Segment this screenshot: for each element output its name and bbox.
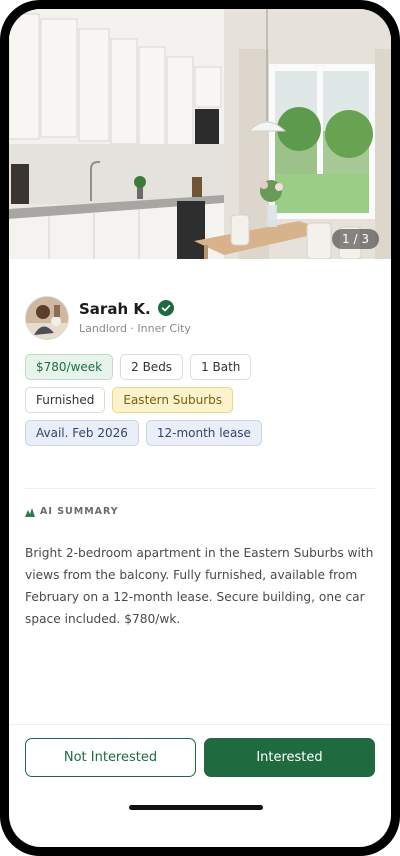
beds-chip: 2 Beds — [120, 354, 184, 380]
ai-summary-label: AI SUMMARY — [40, 506, 119, 517]
verified-check-icon — [158, 300, 174, 316]
listing-tags: $780/week 2 Beds 1 Bath Furnished Easter… — [25, 354, 377, 453]
availability-chip: Avail. Feb 2026 — [25, 420, 139, 446]
home-indicator[interactable] — [129, 805, 263, 810]
listing-photo[interactable]: 1 / 3 — [9, 9, 391, 259]
lease-chip: 12-month lease — [145, 420, 262, 446]
phone-frame: 1 / 3 Sarah K. Landlord · Inner City $78… — [0, 0, 400, 856]
tag-row: Avail. Feb 2026 12-month lease — [25, 420, 377, 446]
landlord-profile[interactable]: Sarah K. Landlord · Inner City — [25, 296, 375, 340]
app-screen: 1 / 3 Sarah K. Landlord · Inner City $78… — [9, 9, 391, 847]
tag-row: $780/week 2 Beds 1 Bath — [25, 354, 377, 380]
section-divider — [25, 488, 375, 489]
sparkle-icon — [25, 508, 35, 517]
photo-counter: 1 / 3 — [332, 229, 379, 249]
not-interested-button[interactable]: Not Interested — [25, 738, 196, 777]
price-chip: $780/week — [25, 354, 114, 380]
landlord-name: Sarah K. — [79, 300, 151, 318]
furnished-chip: Furnished — [25, 387, 106, 413]
location-chip: Eastern Suburbs — [112, 387, 234, 413]
landlord-subtitle: Landlord · Inner City — [79, 322, 191, 335]
interested-button[interactable]: Interested — [204, 738, 375, 777]
action-divider — [9, 724, 391, 725]
avatar — [25, 296, 69, 340]
baths-chip: 1 Bath — [190, 354, 252, 380]
tag-row: Furnished Eastern Suburbs — [25, 387, 377, 413]
ai-summary-text: Bright 2-bedroom apartment in the Easter… — [25, 546, 374, 626]
